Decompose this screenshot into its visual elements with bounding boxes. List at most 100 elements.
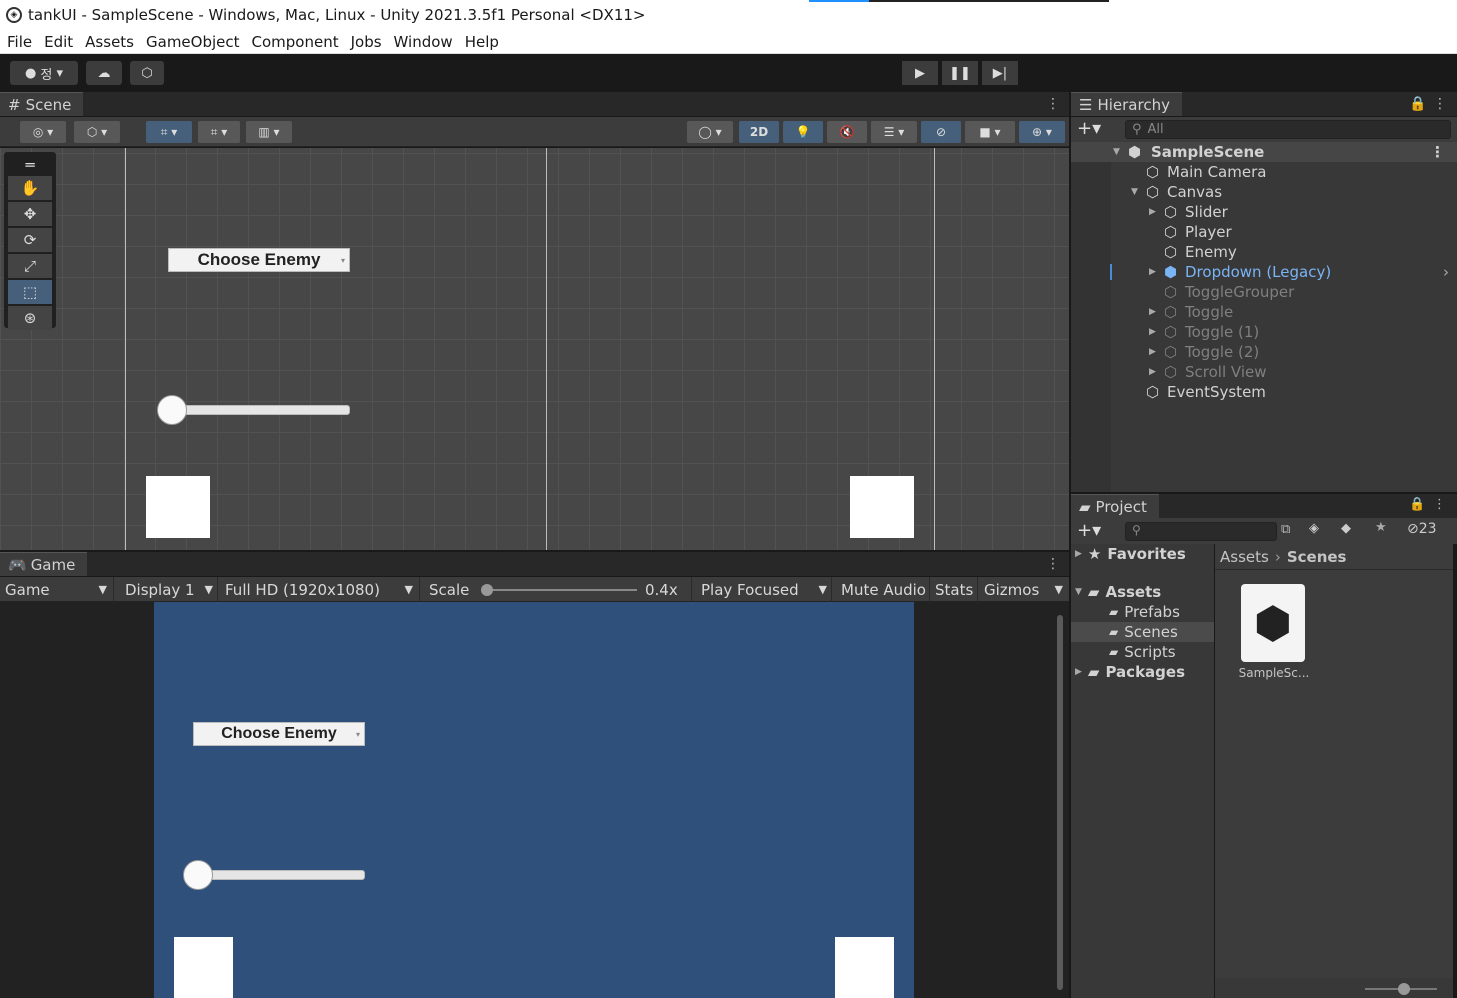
hierarchy-search-input[interactable]: ⚲ All [1125, 120, 1451, 139]
drag-handle-icon[interactable]: ═ [8, 156, 52, 174]
lock-icon[interactable]: 🔒 [1409, 96, 1426, 112]
scale-tool[interactable]: ⤢ [8, 254, 52, 278]
folder-scenes[interactable]: ▰ Scenes [1071, 622, 1214, 642]
view-select[interactable]: Game ▼ [0, 577, 114, 602]
assets-row[interactable]: ▼ ▰ Assets [1075, 582, 1161, 602]
game-menu-icon[interactable]: ⋮ [1046, 556, 1060, 572]
lighting-button[interactable]: 💡 [783, 121, 823, 143]
scene-slider-knob[interactable] [157, 395, 187, 425]
expand-arrow-icon[interactable]: ▼ [1075, 587, 1082, 597]
hierarchy-item-toggle-2[interactable]: ▶ ⬡ Toggle (2) [1071, 342, 1457, 362]
unity-scene-file-icon[interactable]: ⬢ [1241, 584, 1305, 662]
tab-hierarchy[interactable]: ☰ Hierarchy [1071, 92, 1182, 116]
icon-size-slider-knob[interactable] [1398, 983, 1410, 995]
hierarchy-item-slider[interactable]: ▶ ⬡ Slider [1071, 202, 1457, 222]
hierarchy-item-eventsystem[interactable]: ⬡ EventSystem [1071, 382, 1457, 402]
menu-component[interactable]: Component [252, 33, 339, 51]
breadcrumb-scenes[interactable]: Scenes [1287, 548, 1347, 566]
scene-menu-icon[interactable]: ⋮ [1046, 96, 1060, 112]
lock-icon[interactable]: 🔒 [1409, 497, 1425, 512]
favorites-row[interactable]: ▶ ★ Favorites [1075, 544, 1186, 564]
label-icon[interactable]: ◆ [1341, 521, 1351, 536]
hierarchy-item-togglegrouper[interactable]: ⬡ ToggleGrouper [1071, 282, 1457, 302]
cloud-button[interactable]: ☁ [86, 61, 122, 85]
collapse-arrow-icon[interactable]: ▶ [1075, 549, 1082, 559]
display-select[interactable]: Display 1 ▼ [120, 577, 218, 602]
star-icon[interactable]: ★ [1375, 520, 1387, 535]
render-mode-button[interactable]: ⬡ ▾ [74, 121, 120, 143]
add-icon[interactable]: +▾ [1077, 118, 1101, 139]
audio-button[interactable]: 🔇 [827, 121, 867, 143]
scene-view[interactable]: Choose Enemy ▾ [0, 148, 1069, 550]
filter-type-icon[interactable]: ◈ [1309, 521, 1319, 536]
game-dropdown[interactable]: Choose Enemy ▾ [193, 722, 365, 746]
menu-assets[interactable]: Assets [85, 33, 134, 51]
2d-mode-button[interactable]: 2D [739, 121, 779, 143]
collapse-arrow-icon[interactable]: ▶ [1149, 367, 1156, 377]
scale-slider-track[interactable] [482, 589, 637, 591]
menu-gameobject[interactable]: GameObject [146, 33, 240, 51]
folder-prefabs[interactable]: ▰ Prefabs [1109, 602, 1180, 622]
packages-row[interactable]: ▶ ▰ Packages [1075, 662, 1185, 682]
folder-scripts[interactable]: ▰ Scripts [1109, 642, 1176, 662]
camera-button[interactable]: ■ ▾ [965, 121, 1015, 143]
move-tool[interactable]: ✥ [8, 202, 52, 226]
pause-button[interactable]: ❚❚ [942, 61, 978, 85]
collapse-arrow-icon[interactable]: ▶ [1149, 207, 1156, 217]
game-slider-knob[interactable] [183, 860, 213, 890]
collapse-arrow-icon[interactable]: ▶ [1149, 327, 1156, 337]
stats-button[interactable]: Stats [930, 577, 978, 602]
resolution-select[interactable]: Full HD (1920x1080) ▼ [220, 577, 420, 602]
scale-slider-knob[interactable] [481, 584, 493, 596]
hierarchy-item-toggle[interactable]: ▶ ⬡ Toggle [1071, 302, 1457, 322]
add-icon[interactable]: +▾ [1077, 520, 1101, 541]
rotate-tool[interactable]: ⟳ [8, 228, 52, 252]
menu-file[interactable]: File [7, 33, 32, 51]
game-scrollbar[interactable] [1057, 615, 1063, 990]
gizmos-button[interactable]: ⊕ ▾ [1019, 121, 1065, 143]
hand-tool[interactable]: ✋ [8, 176, 52, 200]
tab-scene[interactable]: # Scene [0, 92, 84, 116]
game-canvas[interactable]: Choose Enemy ▾ [154, 602, 914, 998]
menu-window[interactable]: Window [394, 33, 453, 51]
step-button[interactable]: ▶| [982, 61, 1018, 85]
hierarchy-item-scroll-view[interactable]: ▶ ⬡ Scroll View [1071, 362, 1457, 382]
rect-tool[interactable]: ⬚ [8, 280, 52, 304]
hidden-packages-button[interactable]: ⊘23 [1407, 521, 1437, 537]
collab-button[interactable]: ⬡ [130, 61, 164, 85]
account-button[interactable]: ● 정 ▾ [10, 61, 78, 85]
play-button[interactable]: ▶ [902, 61, 938, 85]
tab-project[interactable]: ▰ Project [1071, 494, 1159, 518]
scene-enemy-box[interactable] [850, 476, 914, 538]
menu-jobs[interactable]: Jobs [351, 33, 382, 51]
hierarchy-item-canvas[interactable]: ▼ ⬡ Canvas [1071, 182, 1457, 202]
hierarchy-item-enemy[interactable]: ⬡ Enemy [1071, 242, 1457, 262]
collapse-arrow-icon[interactable]: ▶ [1149, 307, 1156, 317]
collapse-arrow-icon[interactable]: ▶ [1149, 267, 1156, 277]
effects-button[interactable]: ☰ ▾ [871, 121, 917, 143]
chevron-right-icon[interactable]: › [1443, 263, 1449, 281]
gizmos-toggle[interactable]: Gizmos ▼ [979, 577, 1069, 602]
scene-slider-track[interactable] [178, 405, 350, 415]
snap-increment-button[interactable]: ⌗ ▾ [198, 121, 240, 143]
expand-arrow-icon[interactable]: ▼ [1131, 187, 1138, 197]
mute-audio-button[interactable]: Mute Audio [836, 577, 930, 602]
game-slider-track[interactable] [206, 870, 365, 880]
orientation-button[interactable]: ◯ ▾ [687, 121, 733, 143]
collapse-arrow-icon[interactable]: ▶ [1149, 347, 1156, 357]
play-mode-select[interactable]: Play Focused ▼ [696, 577, 832, 602]
search-scope-icon[interactable]: ⧉ [1281, 522, 1290, 537]
hierarchy-item-samplescene[interactable]: ▼ ⬢ SampleScene ⋮ [1071, 142, 1457, 162]
scene-dropdown[interactable]: Choose Enemy ▾ [168, 248, 350, 272]
menu-help[interactable]: Help [465, 33, 499, 51]
menu-edit[interactable]: Edit [44, 33, 73, 51]
tab-game[interactable]: 🎮 Game [0, 552, 88, 576]
game-enemy-box[interactable] [835, 937, 894, 998]
hierarchy-item-player[interactable]: ⬡ Player [1071, 222, 1457, 242]
draw-mode-button[interactable]: ◎ ▾ [20, 121, 66, 143]
visibility-button[interactable]: ⊘ [921, 121, 961, 143]
project-menu-icon[interactable]: ⋮ [1433, 497, 1446, 512]
hierarchy-item-toggle-1[interactable]: ▶ ⬡ Toggle (1) [1071, 322, 1457, 342]
hierarchy-item-dropdown[interactable]: ▶ ⬢ Dropdown (Legacy) › [1071, 262, 1457, 282]
scene-menu-icon[interactable]: ⋮ [1430, 143, 1445, 161]
